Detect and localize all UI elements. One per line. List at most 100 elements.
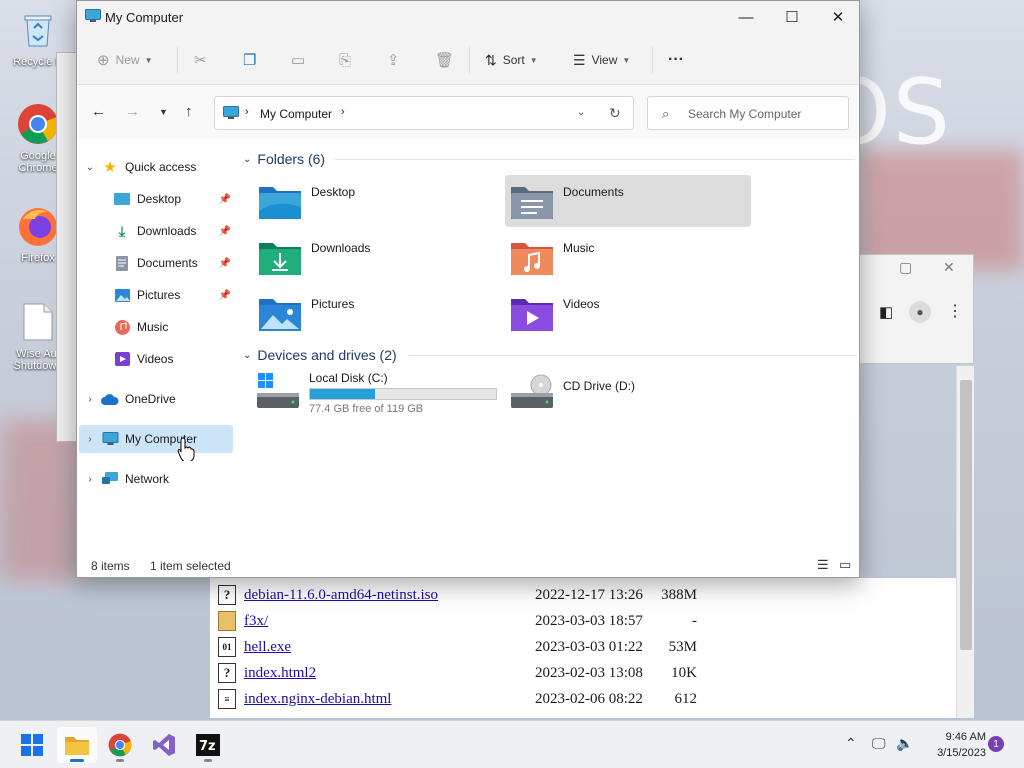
sidebar-item-my-computer[interactable]: › My Computer <box>79 425 233 453</box>
sidebar-item-downloads[interactable]: ⤓ Downloads 📌 <box>79 217 233 245</box>
close-button[interactable]: ✕ <box>815 1 861 33</box>
delete-button[interactable]: 🗑 <box>435 47 454 73</box>
forward-button[interactable]: → <box>125 103 140 120</box>
volume-icon[interactable]: 🔈 <box>896 735 913 752</box>
search-input[interactable]: ⌕ Search My Computer <box>647 96 849 130</box>
file-date: 2023-03-03 01:22 <box>535 638 643 655</box>
profile-icon[interactable]: ● <box>909 301 931 323</box>
view-label: View <box>591 53 618 67</box>
folder-documents[interactable]: Documents <box>505 175 751 227</box>
start-button[interactable] <box>12 727 52 763</box>
rename-button[interactable]: ⎘ <box>339 47 351 73</box>
chevron-right-icon[interactable]: › <box>79 394 101 405</box>
copy-button[interactable]: ❐ <box>243 47 256 73</box>
window-title: My Computer <box>105 10 184 25</box>
cd-drive-icon <box>511 374 553 408</box>
chevron-down-icon[interactable]: ⌄ <box>79 162 101 173</box>
breadcrumb[interactable]: My Computer <box>260 107 332 121</box>
background-browser-window[interactable]: ▢ ✕ ◧ ● ⋮ <box>858 254 974 364</box>
toolbar-divider <box>652 47 653 73</box>
up-button[interactable]: ↑ <box>185 103 193 120</box>
menu-icon[interactable]: ⋮ <box>947 301 963 321</box>
notification-badge[interactable]: 1 <box>988 736 1004 752</box>
back-button[interactable]: ← <box>91 103 106 120</box>
cut-button[interactable]: ✂ <box>194 47 207 73</box>
sidebar-item-pictures[interactable]: Pictures 📌 <box>79 281 233 309</box>
sidebar-item-network[interactable]: › Network <box>79 465 233 493</box>
tiles-view-icon[interactable]: ▭ <box>839 557 851 573</box>
network-icon <box>101 471 119 487</box>
sort-icon: ⇅ <box>485 51 497 68</box>
list-item: 01 hell.exe 2023-03-03 01:22 53M <box>218 634 697 660</box>
sidebar-item-onedrive[interactable]: › OneDrive <box>79 385 233 413</box>
svg-text:7z: 7z <box>199 739 216 754</box>
sidebar-toggle-icon[interactable]: ◧ <box>879 303 893 321</box>
file-link[interactable]: index.html2 <box>244 665 535 682</box>
folder-desktop[interactable]: Desktop <box>253 175 499 227</box>
address-input[interactable]: › My Computer › ⌄ ↻ <box>214 96 634 130</box>
trash-icon: 🗑 <box>435 52 455 69</box>
share-button[interactable]: ⇪ <box>387 47 400 73</box>
chevron-right-icon[interactable]: › <box>341 106 345 118</box>
paste-button[interactable]: ▭ <box>291 47 305 73</box>
title-bar[interactable]: My Computer — ☐ ✕ <box>77 1 859 33</box>
devices-group-header[interactable]: ⌄ Devices and drives (2) <box>243 343 397 367</box>
file-link[interactable]: debian-11.6.0-amd64-netinst.iso <box>244 587 535 604</box>
unknown-file-icon: ? <box>218 663 236 683</box>
sidebar-item-videos[interactable]: Videos <box>79 345 233 373</box>
file-size: - <box>692 612 697 629</box>
folder-label: Pictures <box>311 297 355 311</box>
star-icon: ★ <box>103 159 117 176</box>
sidebar-item-music[interactable]: Music <box>79 313 233 341</box>
folders-group-header[interactable]: ⌄ Folders (6) <box>243 147 325 171</box>
sidebar-item-desktop[interactable]: Desktop 📌 <box>79 185 233 213</box>
close-icon[interactable]: ✕ <box>943 259 955 276</box>
network-icon[interactable]: 🖵 <box>872 735 886 752</box>
hard-drive-icon <box>257 373 299 408</box>
details-view-icon[interactable]: ☰ <box>817 557 829 573</box>
recent-locations-button[interactable]: ▼ <box>159 107 168 117</box>
show-hidden-icons-chevron-up-icon[interactable]: ⌃ <box>845 735 857 752</box>
scrollbar-thumb[interactable] <box>960 380 972 650</box>
taskbar-visual-studio[interactable] <box>144 727 184 763</box>
refresh-icon[interactable]: ↻ <box>609 105 621 122</box>
file-link[interactable]: hell.exe <box>244 639 535 656</box>
taskbar-7zip[interactable]: 7z <box>188 727 228 763</box>
drive-cd-d[interactable]: CD Drive (D:) <box>509 371 635 423</box>
pin-icon: 📌 <box>218 257 231 269</box>
taskbar-file-explorer[interactable] <box>57 727 97 763</box>
file-link[interactable]: f3x/ <box>244 613 535 630</box>
chevron-down-icon: ▼ <box>529 55 538 65</box>
chevron-down-icon: ▼ <box>622 55 631 65</box>
view-button[interactable]: ☰ View ▼ <box>573 47 630 73</box>
sidebar-item-documents[interactable]: Documents 📌 <box>79 249 233 277</box>
binary-file-icon: 01 <box>218 637 236 657</box>
new-button[interactable]: ⊕ New ▼ <box>97 47 153 73</box>
drive-local-disk-c[interactable]: Local Disk (C:) 77.4 GB free of 119 GB <box>255 371 497 423</box>
music-icon <box>113 319 131 335</box>
file-link[interactable]: index.nginx-debian.html <box>244 691 535 708</box>
clock-time: 9:46 AM <box>945 731 986 743</box>
desktop-folder-icon <box>259 187 301 219</box>
download-icon: ⤓ <box>118 222 126 239</box>
folder-videos[interactable]: Videos <box>505 287 751 339</box>
maximize-icon[interactable]: ▢ <box>899 259 912 276</box>
sidebar-item-quick-access[interactable]: ⌄ ★ Quick access <box>79 153 233 181</box>
browser-scrollbar[interactable] <box>956 366 974 718</box>
folder-label: Documents <box>563 185 624 199</box>
maximize-button[interactable]: ☐ <box>769 1 815 33</box>
system-clock[interactable]: 9:46 AM 3/15/2023 <box>918 729 986 761</box>
minimize-button[interactable]: — <box>723 1 769 33</box>
taskbar-chrome[interactable] <box>100 727 140 763</box>
more-options-button[interactable]: ··· <box>668 47 684 73</box>
chevron-down-icon: ⌄ <box>243 349 252 361</box>
folder-downloads[interactable]: Downloads <box>253 231 499 283</box>
chevron-down-icon[interactable]: ⌄ <box>577 107 585 118</box>
folder-pictures[interactable]: Pictures <box>253 287 499 339</box>
folder-music[interactable]: Music <box>505 231 751 283</box>
sort-button[interactable]: ⇅ Sort ▼ <box>485 47 538 73</box>
chevron-right-icon[interactable]: › <box>79 434 101 445</box>
chevron-right-icon[interactable]: › <box>79 474 101 485</box>
file-date: 2022-12-17 13:26 <box>535 586 643 603</box>
unknown-file-icon: ? <box>218 585 236 605</box>
